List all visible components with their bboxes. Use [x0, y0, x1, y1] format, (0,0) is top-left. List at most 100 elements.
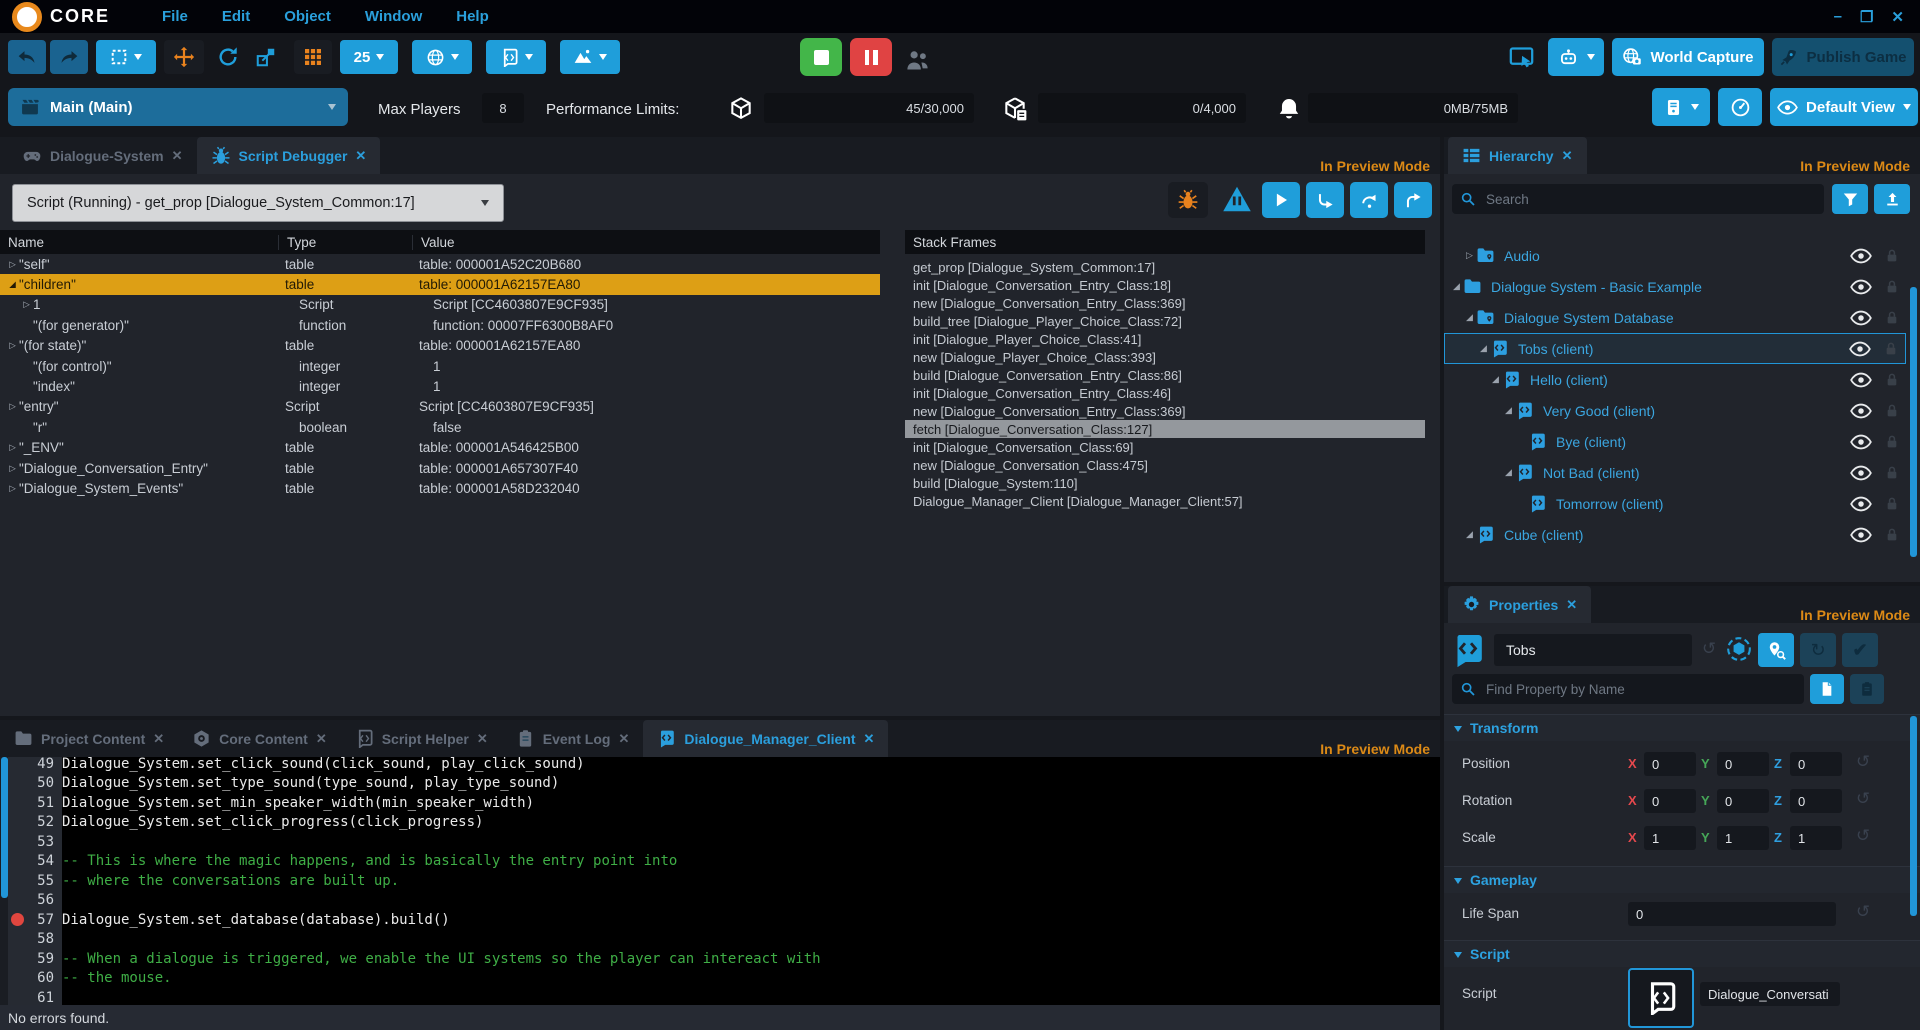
code-line[interactable]: 53 — [0, 832, 1440, 852]
screen-share-icon[interactable] — [1508, 44, 1535, 71]
life-span-field[interactable]: 0 — [1628, 902, 1836, 926]
multiplayer-preview-icon[interactable] — [904, 47, 931, 74]
hierarchy-item-bye-client-[interactable]: Bye (client) — [1444, 426, 1906, 457]
networked-icon[interactable] — [1726, 636, 1752, 662]
world-capture-button[interactable]: World Capture — [1612, 38, 1764, 76]
visibility-eye-icon[interactable] — [1850, 434, 1872, 450]
tree-expand-icon[interactable]: ▷ — [20, 299, 33, 310]
lock-icon[interactable] — [1884, 527, 1900, 543]
stack-frame[interactable]: init [Dialogue_Conversation_Entry_Class:… — [905, 384, 1425, 402]
variable-row[interactable]: ▷"Dialogue_Conversation_Entry"tabletable… — [0, 458, 880, 478]
scene-dropdown[interactable]: Main (Main) — [8, 88, 348, 126]
line-number[interactable]: 52 — [26, 814, 62, 830]
tree-expand-icon[interactable]: ◢ — [1489, 374, 1502, 385]
line-number[interactable]: 53 — [26, 834, 62, 850]
world-settings-dropdown[interactable] — [412, 40, 472, 74]
restore-button[interactable]: ❐ — [1860, 8, 1873, 26]
select-tool-dropdown[interactable] — [96, 40, 156, 74]
variable-row[interactable]: "(for generator)"functionfunction: 00007… — [0, 315, 880, 335]
tab-close-icon[interactable]: ✕ — [1566, 597, 1577, 613]
variable-row[interactable]: "r"booleanfalse — [0, 417, 880, 437]
debugger-toggle-button[interactable] — [1168, 182, 1208, 218]
variable-row[interactable]: ▷"self"tabletable: 000001A52C20B680 — [0, 254, 880, 274]
publish-game-button[interactable]: Publish Game — [1772, 38, 1914, 76]
tab-dialogue-manager-client[interactable]: Dialogue_Manager_Client✕ — [643, 720, 888, 757]
line-number[interactable]: 59 — [26, 951, 62, 967]
default-view-dropdown[interactable]: Default View — [1770, 88, 1918, 126]
variable-row[interactable]: ▷1ScriptScript [CC4603807E9CF935] — [0, 295, 880, 315]
lock-icon[interactable] — [1883, 341, 1899, 357]
tab-close-icon[interactable]: ✕ — [355, 148, 366, 164]
tab-core-content[interactable]: Core Content✕ — [178, 720, 341, 757]
code-line[interactable]: 61 — [0, 988, 1440, 1005]
lock-icon[interactable] — [1884, 434, 1900, 450]
hierarchy-item-dialogue-system-basic-example[interactable]: ◢Dialogue System - Basic Example — [1444, 271, 1906, 302]
find-in-scene-button[interactable] — [1758, 633, 1794, 667]
menu-object[interactable]: Object — [284, 8, 331, 25]
tab-close-icon[interactable]: ✕ — [316, 731, 327, 747]
line-number[interactable]: 54 — [26, 853, 62, 869]
column-name[interactable]: Name — [0, 235, 279, 250]
code-line[interactable]: 52Dialogue_System.set_click_progress(cli… — [0, 813, 1440, 833]
position-x-field[interactable]: 0 — [1644, 752, 1696, 776]
code-line[interactable]: 58 — [0, 930, 1440, 950]
visibility-eye-icon[interactable] — [1850, 310, 1872, 326]
rotation-z-field[interactable]: 0 — [1790, 789, 1842, 813]
visibility-eye-icon[interactable] — [1850, 279, 1872, 295]
code-line[interactable]: 51Dialogue_System.set_min_speaker_width(… — [0, 793, 1440, 813]
move-tool-button[interactable] — [164, 40, 204, 74]
position-y-field[interactable]: 0 — [1717, 752, 1769, 776]
save-dropdown[interactable] — [1652, 88, 1710, 126]
hierarchy-item-very-good-client-[interactable]: ◢Very Good (client) — [1444, 395, 1906, 426]
variable-row[interactable]: ▷"_ENV"tabletable: 000001A546425B00 — [0, 438, 880, 458]
export-button[interactable] — [1874, 184, 1910, 214]
undo-button[interactable] — [8, 40, 46, 74]
line-number[interactable]: 50 — [26, 775, 62, 791]
reset-object-button[interactable]: ↻ — [1800, 633, 1836, 667]
lock-icon[interactable] — [1884, 310, 1900, 326]
close-button[interactable]: ✕ — [1891, 8, 1904, 26]
line-number[interactable]: 60 — [26, 970, 62, 986]
visibility-eye-icon[interactable] — [1850, 496, 1872, 512]
menu-help[interactable]: Help — [456, 8, 489, 25]
stop-button[interactable] — [800, 38, 842, 76]
paste-property-button[interactable] — [1850, 674, 1884, 704]
menu-window[interactable]: Window — [365, 8, 422, 25]
stack-frame[interactable]: init [Dialogue_Player_Choice_Class:41] — [905, 330, 1425, 348]
scale-x-field[interactable]: 1 — [1644, 826, 1696, 850]
tab-dialogue-system[interactable]: Dialogue-System ✕ — [8, 137, 197, 174]
stack-frame[interactable]: fetch [Dialogue_Conversation_Class:127] — [905, 420, 1425, 438]
max-players-value[interactable]: 8 — [482, 93, 524, 123]
menu-file[interactable]: File — [162, 8, 188, 25]
line-number[interactable]: 55 — [26, 873, 62, 889]
section-gameplay[interactable]: Gameplay — [1444, 866, 1920, 893]
tab-event-log[interactable]: Event Log✕ — [502, 720, 644, 757]
code-line[interactable]: 56 — [0, 891, 1440, 911]
lock-icon[interactable] — [1884, 496, 1900, 512]
tree-expand-icon[interactable]: ▷ — [6, 483, 19, 494]
reset-icon[interactable]: ↺ — [1856, 752, 1870, 772]
property-search[interactable] — [1452, 674, 1804, 704]
tab-hierarchy[interactable]: Hierarchy ✕ — [1448, 137, 1587, 174]
section-script[interactable]: Script — [1444, 940, 1920, 967]
hierarchy-item-dialogue-system-database[interactable]: ◢Dialogue System Database — [1444, 302, 1906, 333]
line-number[interactable]: 61 — [26, 990, 62, 1005]
stack-frame[interactable]: new [Dialogue_Player_Choice_Class:393] — [905, 348, 1425, 366]
lock-icon[interactable] — [1884, 403, 1900, 419]
reset-icon[interactable]: ↺ — [1856, 902, 1870, 922]
script-asset-name[interactable]: Dialogue_Conversati — [1700, 982, 1840, 1006]
stack-frame[interactable]: new [Dialogue_Conversation_Entry_Class:3… — [905, 402, 1425, 420]
step-over-button[interactable] — [1350, 182, 1388, 218]
line-number[interactable]: 57 — [26, 912, 62, 928]
hierarchy-item-audio[interactable]: ▷Audio — [1444, 240, 1906, 271]
bot-dropdown[interactable] — [1548, 38, 1604, 76]
break-on-error-icon[interactable] — [1222, 185, 1252, 213]
tree-expand-icon[interactable]: ▷ — [6, 442, 19, 453]
stack-frame[interactable]: init [Dialogue_Conversation_Class:69] — [905, 438, 1425, 456]
position-z-field[interactable]: 0 — [1790, 752, 1842, 776]
stack-frame[interactable]: new [Dialogue_Conversation_Entry_Class:3… — [905, 294, 1425, 312]
tree-expand-icon[interactable]: ▷ — [6, 259, 19, 270]
apply-button[interactable]: ✔ — [1842, 633, 1878, 667]
visibility-eye-icon[interactable] — [1850, 403, 1872, 419]
stack-frame[interactable]: get_prop [Dialogue_System_Common:17] — [905, 258, 1425, 276]
